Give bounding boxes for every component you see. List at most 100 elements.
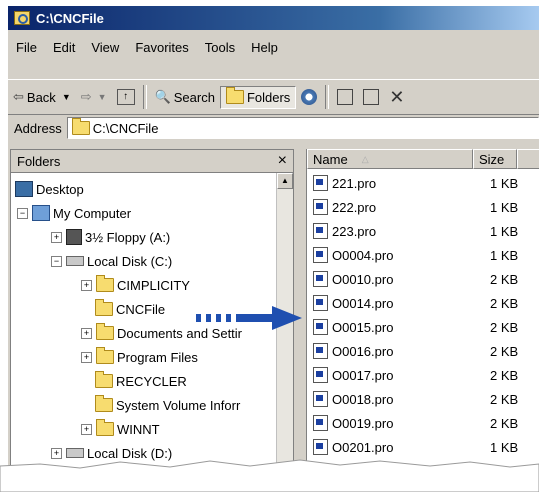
collapse-icon[interactable]: −: [51, 255, 62, 267]
column-name-label: Name: [313, 151, 348, 167]
menu-favorites[interactable]: Favorites: [127, 40, 196, 55]
tree-item-winnt[interactable]: + WINNT: [81, 417, 160, 441]
menu-file[interactable]: File: [8, 40, 45, 55]
tree-item-floppy[interactable]: + 3½ Floppy (A:): [51, 225, 170, 249]
history-button[interactable]: [296, 86, 322, 108]
address-field[interactable]: C:\CNCFile: [66, 117, 539, 139]
computer-icon: [32, 205, 50, 221]
tree-item-cimplicity[interactable]: + CIMPLICITY: [81, 273, 190, 297]
sort-ascending-icon: △: [361, 153, 369, 164]
forward-button[interactable]: ⇨ ▼: [76, 86, 112, 108]
file-row[interactable]: O0010.pro 2 KB: [313, 267, 539, 291]
expand-icon[interactable]: +: [81, 279, 92, 291]
toolbar-separator: [325, 85, 330, 109]
file-row[interactable]: O0015.pro 2 KB: [313, 315, 539, 339]
tree-item-label: System Volume Inforr: [116, 397, 241, 413]
tree-item-label: My Computer: [53, 205, 132, 221]
tree-item-label: Local Disk (C:): [87, 253, 173, 269]
address-bar: Address C:\CNCFile: [8, 114, 539, 142]
folders-label: Folders: [246, 89, 291, 105]
explorer-window: C:\CNCFile File Edit View Favorites Tool…: [8, 6, 539, 485]
file-name: O0014.pro: [332, 295, 394, 311]
arrow-dash: [196, 314, 201, 322]
pro-file-icon: [313, 199, 328, 215]
expand-icon[interactable]: +: [51, 231, 62, 243]
tree-item-cncfile[interactable]: CNCFile: [95, 297, 165, 321]
file-name: O0019.pro: [332, 415, 394, 431]
file-row[interactable]: 221.pro 1 KB: [313, 171, 539, 195]
menu-edit[interactable]: Edit: [45, 40, 83, 55]
chevron-down-icon: ▼: [97, 92, 107, 102]
copy-to-button[interactable]: [358, 86, 384, 108]
tree-item-desktop[interactable]: Desktop: [15, 177, 84, 201]
pro-file-icon: [313, 247, 328, 263]
drive-icon: [66, 256, 84, 266]
back-button[interactable]: ⇦ Back ▼: [8, 86, 76, 108]
folders-pane-header: Folders ×: [11, 150, 293, 173]
file-row[interactable]: O0016.pro 2 KB: [313, 339, 539, 363]
tree-item-local-disk-c[interactable]: − Local Disk (C:): [51, 249, 172, 273]
move-to-button[interactable]: [332, 86, 358, 108]
copy-to-icon: [363, 89, 380, 105]
pro-file-icon: [313, 223, 328, 239]
file-name: O0016.pro: [332, 343, 394, 359]
menu-help[interactable]: Help: [243, 40, 286, 55]
menu-view[interactable]: View: [83, 40, 127, 55]
torn-edge: [0, 459, 539, 492]
up-folder-button[interactable]: ↑: [112, 86, 140, 108]
pro-file-icon: [313, 175, 328, 191]
arrow-head: [272, 306, 302, 330]
pro-file-icon: [313, 415, 328, 431]
folder-open-icon: [95, 299, 113, 316]
tree-item-my-computer[interactable]: − My Computer: [17, 201, 131, 225]
column-header-row: Name △ Size: [307, 149, 539, 171]
collapse-icon[interactable]: −: [17, 207, 28, 219]
back-arrow-icon: ⇦: [13, 89, 24, 104]
folder-icon: [96, 347, 114, 364]
file-row[interactable]: O0018.pro 2 KB: [313, 387, 539, 411]
file-row[interactable]: O0004.pro 1 KB: [313, 243, 539, 267]
file-row[interactable]: 223.pro 1 KB: [313, 219, 539, 243]
file-row[interactable]: O0017.pro 2 KB: [313, 363, 539, 387]
expand-icon[interactable]: +: [81, 351, 92, 363]
column-header-name[interactable]: Name △: [307, 149, 473, 169]
history-icon: [301, 89, 318, 105]
tree-item-label: RECYCLER: [116, 373, 187, 389]
tree-item-system-volume[interactable]: System Volume Inforr: [95, 393, 240, 417]
file-row[interactable]: 222.pro 1 KB: [313, 195, 539, 219]
title-bar[interactable]: C:\CNCFile: [8, 6, 539, 30]
arrow-dash: [226, 314, 231, 322]
search-icon: 🔍: [154, 89, 171, 104]
pro-file-icon: [313, 343, 328, 359]
file-size: 2 KB: [490, 271, 519, 287]
tree-item-recycler[interactable]: RECYCLER: [95, 369, 187, 393]
explorer-icon: [14, 11, 30, 25]
file-name: O0010.pro: [332, 271, 394, 287]
chevron-down-icon: ▼: [61, 92, 71, 102]
tree-item-label: Desktop: [36, 181, 84, 197]
delete-button[interactable]: ✕: [384, 84, 409, 111]
file-size: 2 KB: [490, 295, 519, 311]
folders-button[interactable]: Folders: [219, 85, 297, 109]
folders-pane-title: Folders: [17, 153, 61, 169]
window-title: C:\CNCFile: [36, 10, 104, 26]
arrow-dash: [216, 314, 221, 322]
expand-icon[interactable]: +: [81, 327, 92, 339]
file-list-pane: Name △ Size 221.pro 1 KB 222.pro 1 KB 223.…: [306, 149, 539, 485]
forward-arrow-icon: ⇨: [80, 89, 92, 104]
close-icon[interactable]: ×: [278, 152, 287, 170]
column-header-type[interactable]: [517, 149, 539, 169]
column-header-size[interactable]: Size: [473, 149, 517, 169]
folder-icon: [95, 395, 113, 412]
file-size: 1 KB: [490, 223, 519, 239]
file-row[interactable]: O0014.pro 2 KB: [313, 291, 539, 315]
pro-file-icon: [313, 319, 328, 335]
folder-icon: [95, 371, 113, 388]
scroll-up-icon[interactable]: ▲: [277, 173, 293, 189]
expand-icon[interactable]: +: [81, 423, 92, 435]
tree-item-label: CNCFile: [116, 301, 166, 317]
search-button[interactable]: 🔍 Search: [150, 86, 220, 108]
file-row[interactable]: O0019.pro 2 KB: [313, 411, 539, 435]
menu-tools[interactable]: Tools: [197, 40, 243, 55]
tree-item-program-files[interactable]: + Program Files: [81, 345, 198, 369]
